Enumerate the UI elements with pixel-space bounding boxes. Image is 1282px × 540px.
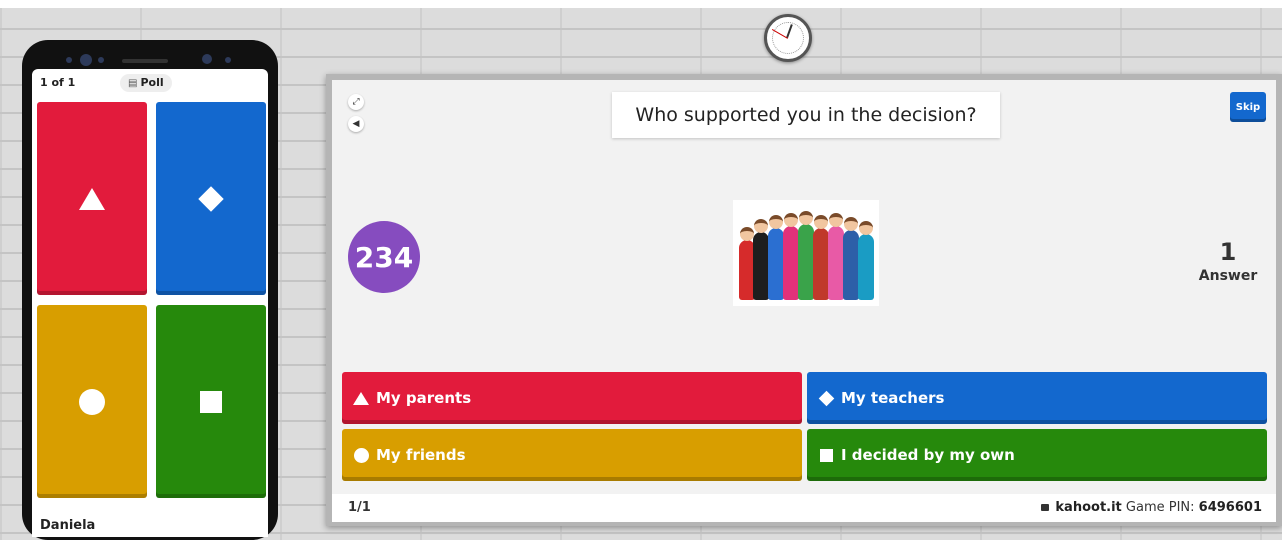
host-screen-content: ⤢ ◀ Who supported you in the decision? S…: [332, 80, 1276, 522]
lock-icon: [1041, 504, 1050, 511]
answer-label-2: My teachers: [841, 389, 945, 407]
question-counter: 1 of 1: [40, 76, 76, 89]
answer-tile-blue[interactable]: [156, 102, 266, 295]
answer-option-3: My friends: [342, 429, 802, 481]
answers-count: 1: [1219, 238, 1237, 266]
question-title: Who supported you in the decision?: [612, 92, 1000, 138]
pin-label: Game PIN:: [1125, 500, 1195, 515]
circle-icon: [353, 447, 369, 463]
answer-label-3: My friends: [376, 446, 466, 464]
site-name: kahoot.it: [1055, 500, 1122, 515]
host-footer: 1/1 kahoot.it Game PIN: 6496601: [332, 494, 1276, 522]
question-progress: 1/1: [348, 500, 371, 515]
answer-option-2: My teachers: [807, 372, 1267, 424]
triangle-icon: [353, 391, 369, 405]
square-icon: [819, 448, 833, 462]
fullscreen-icon[interactable]: ⤢: [348, 94, 364, 110]
answer-tile-red[interactable]: [37, 102, 147, 295]
answer-option-4: I decided by my own: [807, 429, 1267, 481]
phone-top-bar: [22, 40, 278, 70]
answer-tile-yellow[interactable]: [37, 305, 147, 498]
sound-icon[interactable]: ◀: [348, 116, 364, 132]
triangle-icon: [79, 187, 105, 210]
diamond-icon: [818, 390, 834, 406]
host-screen: ⤢ ◀ Who supported you in the decision? S…: [326, 74, 1282, 526]
phone-device: 1 of 1 ▤ Poll Daniela: [22, 40, 278, 540]
countdown-timer: 234: [348, 221, 420, 293]
quiz-type-badge: ▤ Poll: [120, 74, 172, 92]
game-pin-info: kahoot.it Game PIN: 6496601: [1041, 500, 1262, 515]
circle-icon: [79, 388, 105, 415]
phone-status-bar: 1 of 1 ▤ Poll: [32, 69, 268, 97]
quiz-type-label: Poll: [140, 76, 164, 89]
answers-label: Answer: [1198, 268, 1258, 284]
phone-screen: 1 of 1 ▤ Poll Daniela: [32, 69, 268, 537]
player-name: Daniela: [40, 518, 96, 533]
diamond-icon: [198, 185, 224, 212]
wall-clock: [764, 14, 812, 62]
answer-label-4: I decided by my own: [841, 446, 1015, 464]
answers-counter: 1 Answer: [1188, 238, 1268, 284]
answer-option-1: My parents: [342, 372, 802, 424]
game-pin: 6496601: [1198, 500, 1262, 515]
poll-icon: ▤: [128, 78, 138, 89]
wall-top: [0, 0, 1282, 8]
square-icon: [200, 390, 222, 413]
skip-button[interactable]: Skip: [1230, 92, 1266, 122]
answer-tile-green[interactable]: [156, 305, 266, 498]
answer-label-1: My parents: [376, 389, 472, 407]
question-image: [733, 200, 879, 306]
